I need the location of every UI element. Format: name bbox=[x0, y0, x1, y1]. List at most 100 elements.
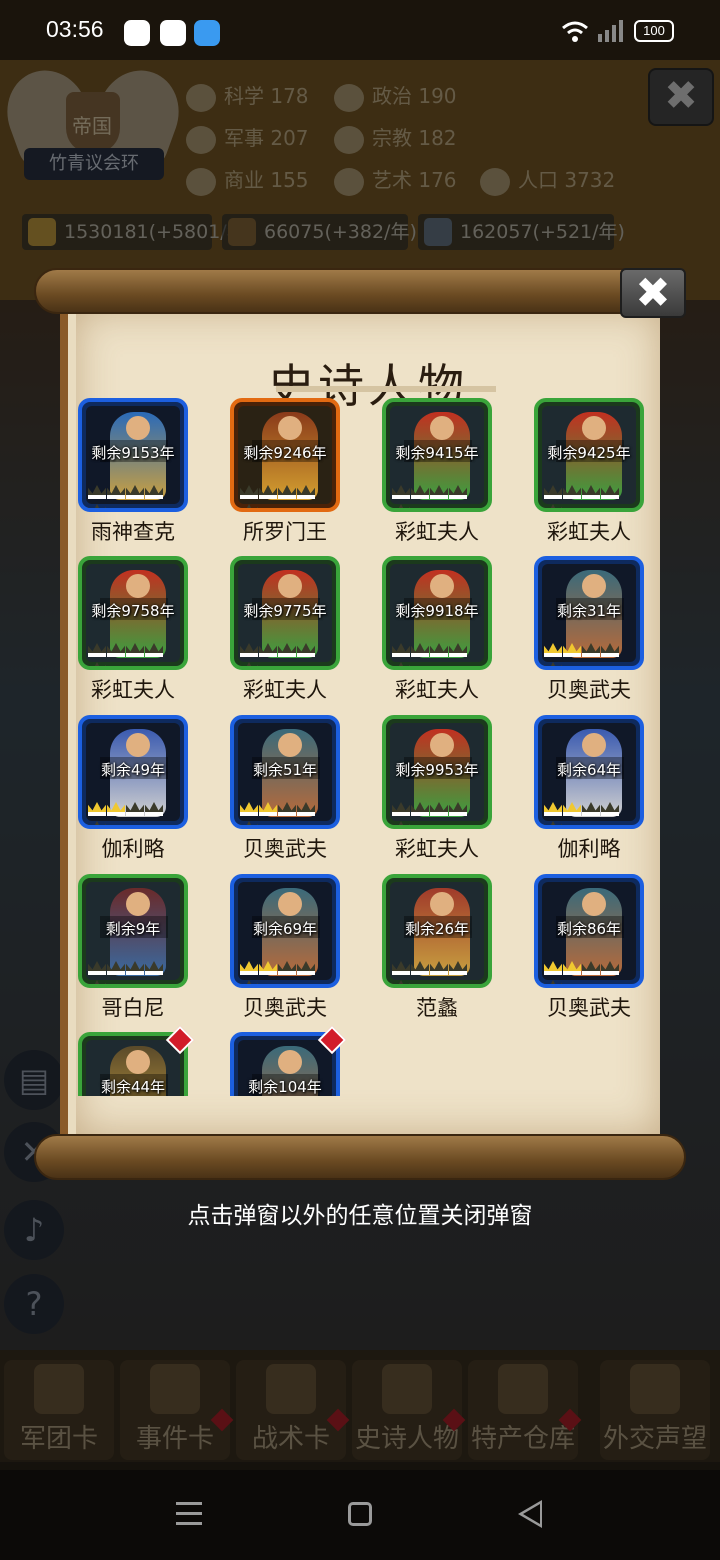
character-name: 彩虹夫人 bbox=[91, 678, 175, 702]
crown-icon bbox=[278, 802, 296, 816]
character-name: 哥白尼 bbox=[101, 996, 165, 1020]
crown-icon bbox=[582, 961, 600, 975]
crown-icon bbox=[544, 821, 562, 825]
character-name: 贝奥武夫 bbox=[243, 837, 327, 861]
character-card[interactable]: 剩余9246年 所罗门王 bbox=[230, 398, 340, 546]
character-name: 伽利略 bbox=[101, 837, 165, 861]
wifi-icon bbox=[562, 21, 588, 42]
crown-icon bbox=[449, 802, 467, 816]
star-rating bbox=[240, 960, 334, 984]
character-portrait: 剩余9758年 bbox=[78, 556, 188, 670]
crown-icon bbox=[601, 961, 619, 975]
crown-icon bbox=[145, 802, 163, 816]
character-portrait: 剩余49年 bbox=[78, 715, 188, 829]
crown-icon bbox=[278, 961, 296, 975]
star-rating bbox=[544, 642, 638, 666]
crown-icon bbox=[259, 961, 277, 975]
crown-icon bbox=[582, 802, 600, 816]
crown-icon bbox=[563, 802, 581, 816]
character-card[interactable]: 剩余9425年 彩虹夫人 bbox=[534, 398, 644, 546]
crown-icon bbox=[259, 643, 277, 657]
crown-icon bbox=[126, 485, 144, 499]
star-rating bbox=[88, 484, 182, 508]
recent-apps-icon[interactable] bbox=[176, 1502, 202, 1526]
character-card[interactable]: 剩余9415年 彩虹夫人 bbox=[382, 398, 492, 546]
character-card[interactable]: 剩余31年 贝奥武夫 bbox=[534, 556, 644, 704]
crown-icon bbox=[259, 802, 277, 816]
character-grid[interactable]: 剩余9153年 雨神查克 剩余9246年 所罗门王 剩余9415年 彩虹夫人 剩余9425年… bbox=[60, 390, 660, 1096]
remaining-years: 剩余31年 bbox=[556, 602, 622, 620]
crown-icon bbox=[107, 802, 125, 816]
star-rating bbox=[544, 960, 638, 984]
character-card[interactable]: 剩余49年伽利略 bbox=[78, 715, 188, 863]
character-portrait: 剩余9425年 bbox=[534, 398, 644, 512]
crown-icon bbox=[411, 802, 429, 816]
character-card[interactable]: 剩余9153年 雨神查克 bbox=[78, 398, 188, 546]
character-card[interactable]: 剩余9758年彩虹夫人 bbox=[78, 556, 188, 704]
crown-icon bbox=[240, 662, 258, 666]
crown-icon bbox=[88, 961, 106, 975]
character-name: 贝奥武夫 bbox=[547, 996, 631, 1020]
remaining-years: 剩余44年 bbox=[100, 1078, 166, 1096]
star-rating bbox=[88, 642, 182, 666]
crown-icon bbox=[240, 821, 258, 825]
character-card[interactable]: 剩余64年伽利略 bbox=[534, 715, 644, 863]
remaining-years: 剩余86年 bbox=[556, 920, 622, 938]
character-portrait: 剩余9年 bbox=[78, 874, 188, 988]
crown-icon bbox=[278, 643, 296, 657]
crown-icon bbox=[563, 643, 581, 657]
crown-icon bbox=[544, 662, 562, 666]
character-card[interactable]: 剩余9年哥白尼 bbox=[78, 874, 188, 1022]
popup-close-button[interactable]: ✖ bbox=[620, 268, 686, 318]
crown-icon bbox=[392, 485, 410, 499]
remaining-years: 剩余104年 bbox=[248, 1078, 322, 1096]
crown-icon bbox=[411, 643, 429, 657]
back-icon[interactable] bbox=[518, 1500, 542, 1528]
crown-icon bbox=[544, 485, 562, 499]
crown-icon bbox=[601, 643, 619, 657]
character-head bbox=[126, 574, 150, 598]
character-card[interactable]: 剩余86年贝奥武夫 bbox=[534, 874, 644, 1022]
close-hint: 点击弹窗以外的任意位置关闭弹窗 bbox=[187, 1203, 533, 1229]
character-card[interactable]: 剩余69年 贝奥武夫 bbox=[230, 874, 340, 1022]
character-portrait: 剩余64年 bbox=[534, 715, 644, 829]
crown-icon bbox=[582, 485, 600, 499]
character-card[interactable]: 剩余9953年 彩虹夫人 bbox=[382, 715, 492, 863]
remaining-years: 剩余9425年 bbox=[547, 444, 631, 462]
crown-icon bbox=[544, 961, 562, 975]
remaining-years: 剩余9953年 bbox=[395, 761, 479, 779]
crown-icon bbox=[240, 643, 258, 657]
crown-icon bbox=[88, 662, 106, 666]
crown-icon bbox=[88, 821, 106, 825]
crown-icon bbox=[88, 980, 106, 984]
crown-icon bbox=[145, 485, 163, 499]
crown-icon bbox=[107, 485, 125, 499]
crown-icon bbox=[126, 643, 144, 657]
crown-icon bbox=[278, 485, 296, 499]
character-head bbox=[430, 733, 454, 757]
crown-icon bbox=[430, 643, 448, 657]
character-head bbox=[430, 574, 454, 598]
character-card[interactable]: 剩余9775年 彩虹夫人 bbox=[230, 556, 340, 704]
character-name: 贝奥武夫 bbox=[243, 996, 327, 1020]
crown-icon bbox=[145, 643, 163, 657]
crown-icon bbox=[240, 485, 258, 499]
crown-icon bbox=[563, 961, 581, 975]
remaining-years: 剩余9918年 bbox=[395, 602, 479, 620]
character-head bbox=[126, 416, 150, 440]
home-icon[interactable] bbox=[348, 1502, 372, 1526]
character-name: 彩虹夫人 bbox=[395, 678, 479, 702]
crown-icon bbox=[392, 821, 410, 825]
status-bar: 03:56 100 bbox=[0, 0, 720, 60]
crown-icon bbox=[126, 802, 144, 816]
character-card[interactable]: 剩余51年 贝奥武夫 bbox=[230, 715, 340, 863]
crown-icon bbox=[411, 961, 429, 975]
character-name: 伽利略 bbox=[557, 837, 621, 861]
character-card[interactable]: 剩余104年 bbox=[230, 1025, 347, 1096]
app-icon bbox=[194, 20, 220, 46]
character-head bbox=[278, 416, 302, 440]
crown-icon bbox=[297, 961, 315, 975]
character-card[interactable]: 剩余9918年彩虹夫人 bbox=[382, 556, 492, 704]
character-card[interactable]: 剩余44年 bbox=[78, 1025, 195, 1096]
character-card[interactable]: 剩余26年 范蠡 bbox=[382, 874, 492, 1022]
